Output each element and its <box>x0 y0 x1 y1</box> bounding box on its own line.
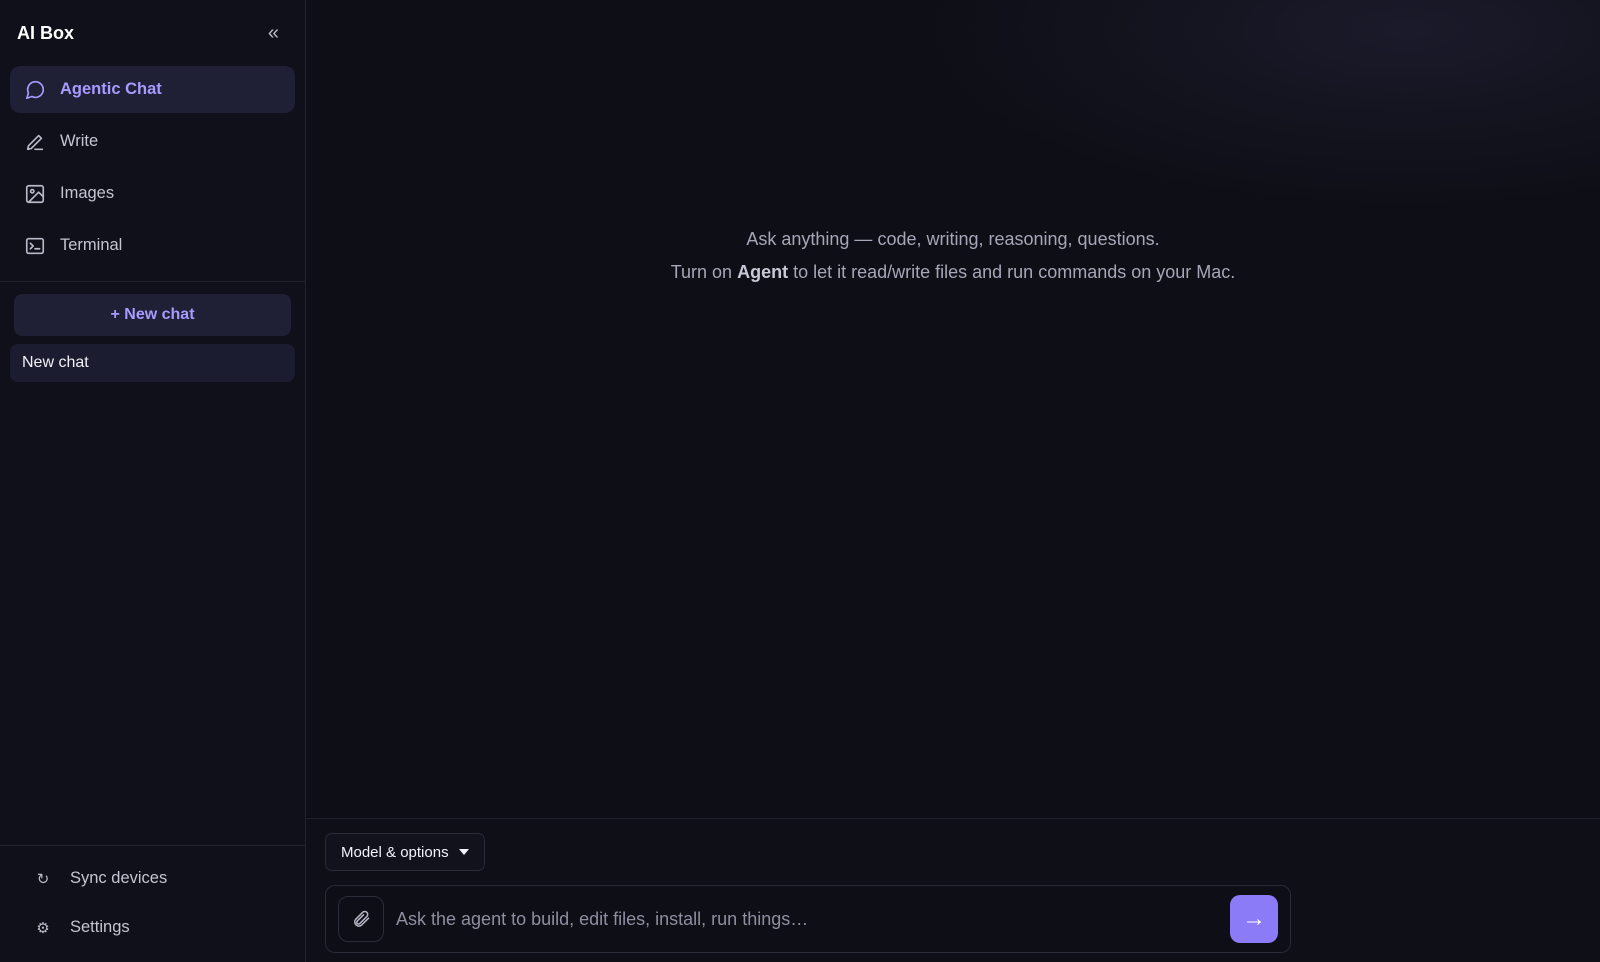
nav-item-label: Agentic Chat <box>60 80 162 98</box>
app-window: AI Box « Agentic Chat Write Images Termi… <box>0 0 1600 962</box>
sidebar-header: AI Box « <box>0 0 305 66</box>
chat-history-item[interactable]: New chat <box>10 344 295 382</box>
hint-line-2-prefix: Turn on <box>670 262 738 282</box>
caret-down-icon <box>458 849 469 855</box>
chat-bubble-icon <box>24 79 46 101</box>
sidebar-footer: ↻ Sync devices ⚙ Settings <box>0 845 305 962</box>
settings-label: Settings <box>70 918 130 936</box>
pencil-icon <box>24 131 46 153</box>
hint-line-2-suffix: to let it read/write files and run comma… <box>788 262 1236 282</box>
paperclip-icon <box>351 909 371 929</box>
settings-button[interactable]: ⚙ Settings <box>10 903 295 952</box>
prompt-input[interactable] <box>396 896 1218 942</box>
composer: → <box>325 885 1291 953</box>
composer-area: Model & options → <box>306 818 1600 962</box>
nav-item-label: Images <box>60 184 115 202</box>
nav-item-images[interactable]: Images <box>10 170 295 217</box>
sync-devices-label: Sync devices <box>70 869 168 887</box>
nav-item-write[interactable]: Write <box>10 118 295 165</box>
nav-item-label: Write <box>60 132 99 150</box>
gear-icon: ⚙ <box>36 919 50 937</box>
terminal-icon <box>24 235 46 257</box>
app-title: AI Box <box>17 22 75 43</box>
conversation-area: Ask anything — code, writing, reasoning,… <box>306 0 1600 818</box>
model-options-label: Model & options <box>341 843 449 861</box>
main-panel: Ask anything — code, writing, reasoning,… <box>306 0 1600 962</box>
nav-item-agentic-chat[interactable]: Agentic Chat <box>10 66 295 113</box>
sync-devices-button[interactable]: ↻ Sync devices <box>10 854 295 903</box>
sidebar-divider <box>0 281 305 282</box>
collapse-sidebar-icon[interactable]: « <box>268 23 279 43</box>
hint-line-1: Ask anything — code, writing, reasoning,… <box>746 229 1160 249</box>
hint-line-2: Turn on Agent to let it read/write files… <box>306 256 1600 289</box>
sync-icon: ↻ <box>36 870 50 888</box>
nav-item-terminal[interactable]: Terminal <box>10 222 295 269</box>
nav-item-label: Terminal <box>60 236 123 254</box>
model-options-dropdown[interactable]: Model & options <box>325 833 485 871</box>
attach-file-button[interactable] <box>338 896 384 942</box>
chat-history-list: New chat <box>0 336 305 382</box>
arrow-right-icon: → <box>1242 905 1266 932</box>
sidebar: AI Box « Agentic Chat Write Images Termi… <box>0 0 306 962</box>
agent-keyword: Agent <box>737 262 789 282</box>
new-chat-button[interactable]: + New chat <box>14 294 291 336</box>
image-icon <box>24 183 46 205</box>
empty-state-hint: Ask anything — code, writing, reasoning,… <box>306 223 1600 289</box>
send-button[interactable]: → <box>1230 895 1278 943</box>
primary-nav: Agentic Chat Write Images Terminal <box>0 66 305 269</box>
